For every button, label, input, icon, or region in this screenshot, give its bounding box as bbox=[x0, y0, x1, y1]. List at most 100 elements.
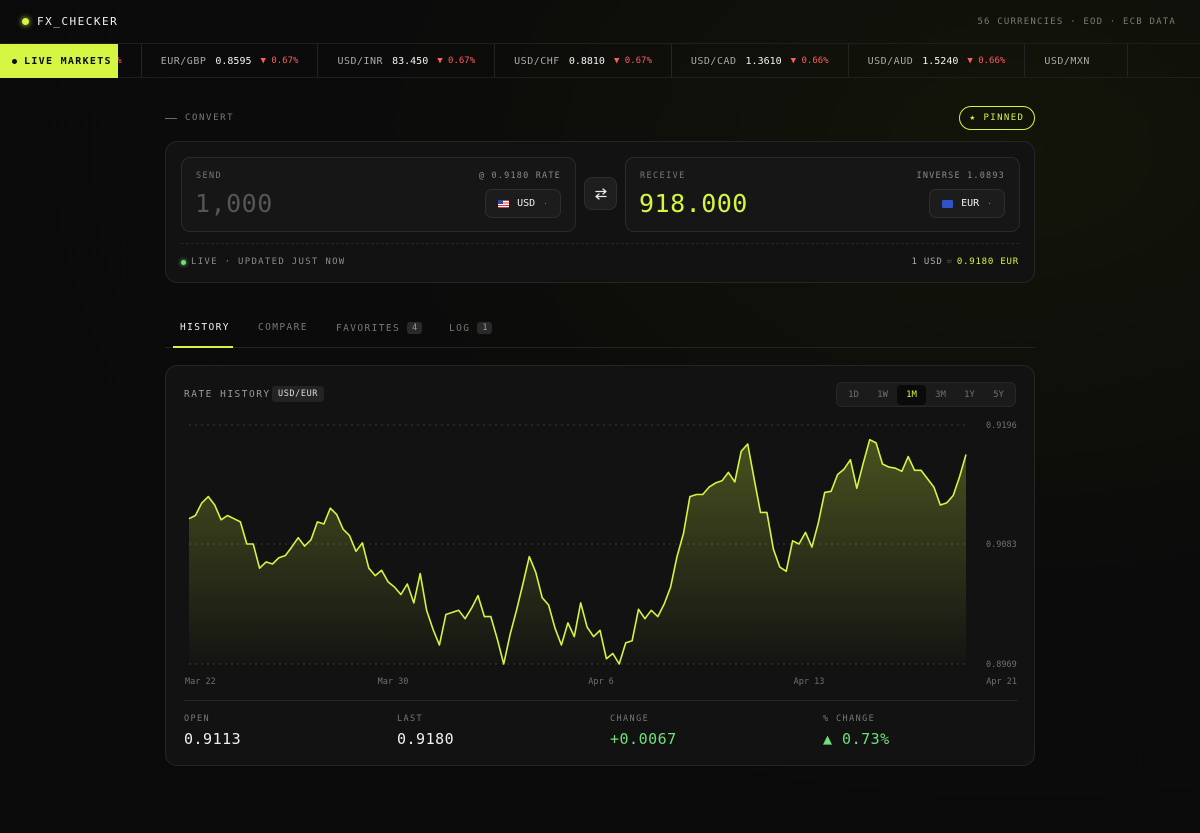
ticker-item[interactable]: USD/INR 83.450 ▼ 0.67% bbox=[318, 44, 496, 77]
ticker-item[interactable]: USD/CAD 1.3610 ▼ 0.66% bbox=[672, 44, 849, 77]
ticker-track: USD/CNY7.2400▼ 0.67%EUR/GBP0.8595▼ 0.67%… bbox=[0, 44, 1128, 77]
tab-log[interactable]: LOG 1 bbox=[449, 322, 493, 334]
card-divider bbox=[181, 243, 1019, 244]
top-bar: FX_CHECKER 56 CURRENCIES · EOD · ECB DAT… bbox=[0, 0, 1200, 44]
rate-from: 1 USD bbox=[911, 257, 943, 267]
exchange-rate-line: 1 USD = 0.9180 EUR bbox=[912, 257, 1020, 267]
live-status-dot-icon bbox=[181, 259, 186, 265]
stat-last: LAST 0.9180 bbox=[397, 714, 454, 748]
y-tick-label: 0.9083 bbox=[986, 540, 1017, 550]
receive-currency-select[interactable]: EUR · bbox=[929, 189, 1005, 218]
brand-name: FX_CHECKER bbox=[37, 15, 119, 28]
ticker-pair: EUR/GBP bbox=[160, 55, 207, 67]
send-rate-note: @ 0.9180 RATE bbox=[478, 171, 561, 181]
live-markets-badge: LIVE MARKETS bbox=[0, 44, 118, 78]
brand[interactable]: FX_CHECKER bbox=[22, 15, 118, 28]
send-field[interactable]: SEND @ 0.9180 RATE 1,000 USD · bbox=[181, 157, 576, 232]
stat-last-label: LAST bbox=[397, 714, 424, 724]
market-ticker: USD/CNY7.2400▼ 0.67%EUR/GBP0.8595▼ 0.67%… bbox=[0, 44, 1200, 78]
chevron-down-icon: · bbox=[543, 199, 548, 208]
ticker-pair: USD/CHF bbox=[514, 55, 560, 67]
swap-currencies-button[interactable] bbox=[584, 177, 617, 210]
swap-arrows-icon bbox=[594, 187, 607, 200]
star-icon: ★ bbox=[969, 113, 977, 123]
chevron-down-icon: · bbox=[987, 199, 992, 208]
live-markets-label: LIVE MARKETS bbox=[24, 55, 112, 67]
ticker-pair: USD/AUD bbox=[867, 55, 914, 67]
pinned-label: PINNED bbox=[983, 113, 1025, 123]
brand-dot-icon bbox=[22, 18, 29, 25]
ticker-change: ▼ 0.67% bbox=[437, 56, 476, 66]
ticker-pair: USD/MXN bbox=[1044, 55, 1090, 67]
live-status: LIVE · UPDATED JUST NOW bbox=[181, 257, 346, 267]
dash-line-icon bbox=[165, 117, 177, 119]
receive-currency-code: EUR bbox=[961, 198, 980, 209]
ticker-pair: USD/INR bbox=[337, 55, 384, 67]
data-source-meta: 56 CURRENCIES · EOD · ECB DATA bbox=[977, 17, 1176, 27]
rate-history-chart: 0.9196 0.9083 0.8969 Mar 22 Mar 30 Apr 6 Apr 1… bbox=[185, 421, 1017, 687]
live-dot-icon bbox=[12, 58, 17, 64]
active-tab-indicator bbox=[173, 346, 233, 348]
convert-section-label: CONVERT bbox=[165, 113, 234, 123]
tab-history[interactable]: HISTORY bbox=[180, 322, 230, 333]
tab-bar: HISTORY COMPARE FAVORITES 4 LOG 1 bbox=[165, 312, 1035, 348]
us-flag-icon bbox=[498, 199, 510, 208]
tab-favorites[interactable]: FAVORITES 4 bbox=[336, 322, 423, 334]
convert-label-text: CONVERT bbox=[185, 113, 235, 123]
stat-pct-change: % CHANGE ▲ 0.73% bbox=[823, 714, 890, 748]
ticker-rate: 0.8810 bbox=[568, 55, 605, 67]
x-tick-label: Mar 22 bbox=[185, 677, 216, 687]
stat-open-label: OPEN bbox=[184, 714, 211, 724]
rate-equals: = bbox=[946, 257, 953, 267]
tab-compare-label: COMPARE bbox=[258, 322, 308, 333]
ticker-rate: 1.3610 bbox=[745, 55, 782, 67]
tab-log-label: LOG bbox=[449, 322, 471, 334]
ticker-change: ▼ 0.67% bbox=[613, 56, 652, 66]
stat-open: OPEN 0.9113 bbox=[184, 714, 241, 748]
ticker-item[interactable]: USD/AUD 1.5240 ▼ 0.66% bbox=[849, 44, 1026, 77]
ticker-pair: USD/CAD bbox=[690, 55, 737, 67]
tab-favorites-label: FAVORITES bbox=[336, 322, 401, 334]
receive-amount: 918.000 bbox=[639, 189, 748, 218]
log-count-badge: 1 bbox=[477, 322, 493, 334]
stat-pct-change-label: % CHANGE bbox=[823, 714, 876, 724]
stat-open-value: 0.9113 bbox=[184, 730, 242, 748]
receive-field[interactable]: RECEIVE INVERSE 1.0893 918.000 EUR · bbox=[625, 157, 1020, 232]
live-status-text: LIVE · UPDATED JUST NOW bbox=[191, 257, 346, 267]
send-amount-input[interactable]: 1,000 bbox=[195, 189, 273, 218]
send-label: SEND bbox=[196, 171, 223, 181]
stat-change-value: +0.0067 bbox=[610, 730, 677, 748]
receive-label: RECEIVE bbox=[640, 171, 686, 181]
tab-compare[interactable]: COMPARE bbox=[258, 322, 308, 333]
x-tick-label: Apr 21 bbox=[986, 677, 1017, 687]
ticker-rate: 83.450 bbox=[392, 55, 429, 67]
stat-change-label: CHANGE bbox=[610, 714, 650, 724]
stat-change: CHANGE +0.0067 bbox=[610, 714, 677, 748]
rate-to: 0.9180 EUR bbox=[956, 257, 1019, 267]
rate-area bbox=[189, 439, 966, 664]
stat-last-value: 0.9180 bbox=[397, 730, 455, 748]
ticker-rate: 0.8595 bbox=[215, 55, 252, 67]
converter-card: SEND @ 0.9180 RATE 1,000 USD · RECEIVE I… bbox=[165, 141, 1035, 283]
eu-flag-icon bbox=[942, 199, 954, 208]
x-tick-label: Apr 13 bbox=[794, 677, 825, 687]
stat-pct-change-value: ▲ 0.73% bbox=[823, 730, 890, 748]
ticker-change: ▼ 0.67% bbox=[260, 56, 299, 66]
favorites-count-badge: 4 bbox=[407, 322, 423, 334]
ticker-item[interactable]: EUR/GBP 0.8595 ▼ 0.67% bbox=[142, 44, 319, 77]
pinned-button[interactable]: ★ PINNED bbox=[959, 106, 1035, 130]
ticker-rate: 1.5240 bbox=[922, 55, 959, 67]
ticker-item[interactable]: USD/CHF 0.8810 ▼ 0.67% bbox=[495, 44, 672, 77]
inverse-rate-note: INVERSE 1.0893 bbox=[916, 171, 1005, 181]
stats-row: OPEN 0.9113 LAST 0.9180 CHANGE +0.0067 %… bbox=[184, 700, 1018, 748]
y-tick-label: 0.8969 bbox=[986, 660, 1017, 670]
ticker-item[interactable]: USD/MXN bbox=[1025, 44, 1128, 77]
x-tick-label: Apr 6 bbox=[588, 677, 614, 687]
send-currency-code: USD bbox=[517, 198, 536, 209]
send-currency-select[interactable]: USD · bbox=[485, 189, 561, 218]
rate-history-card: RATE HISTORY USD/EUR 1D 1W 1M 3M 1Y 5Y 0.9196… bbox=[165, 365, 1035, 766]
y-tick-label: 0.9196 bbox=[986, 421, 1017, 431]
tab-history-label: HISTORY bbox=[180, 322, 230, 333]
ticker-change: ▼ 0.66% bbox=[790, 56, 829, 66]
ticker-change: ▼ 0.66% bbox=[967, 56, 1006, 66]
